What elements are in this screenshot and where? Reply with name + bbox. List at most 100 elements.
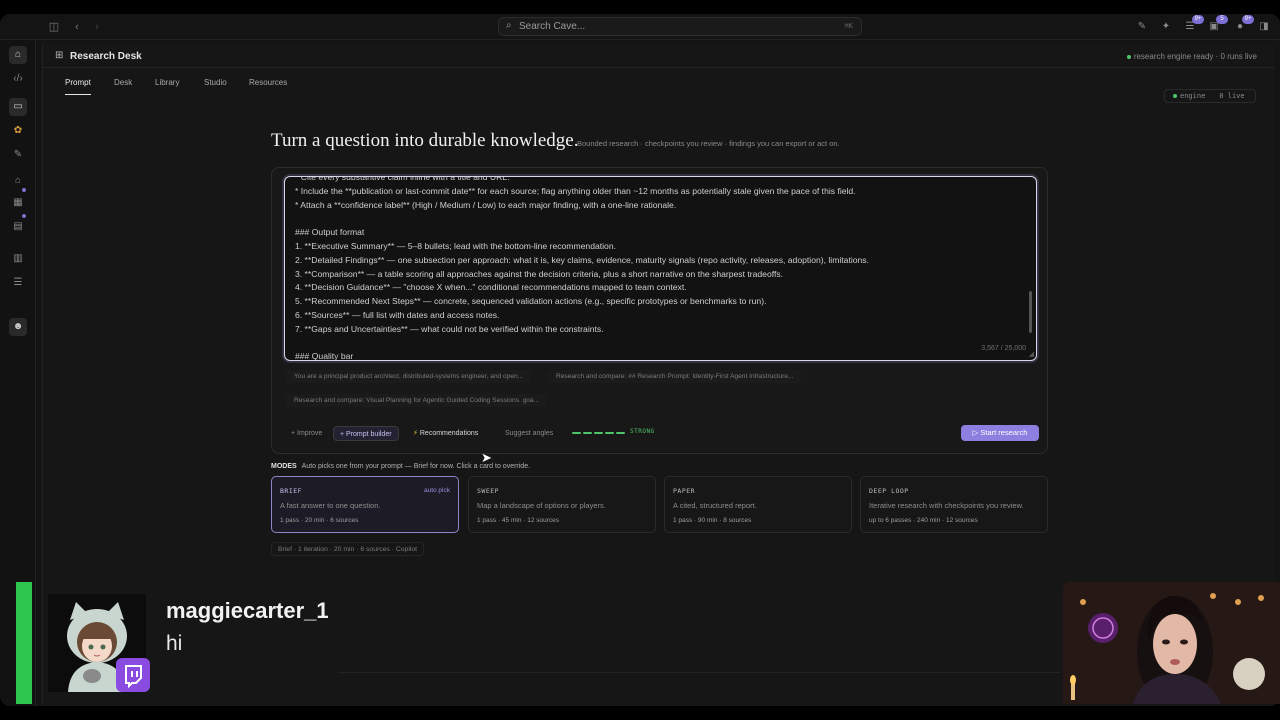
prompt-builder-button[interactable]: + Prompt builder [333,426,399,441]
mode-card-sweep[interactable]: SWEEP Map a landscape of options or play… [468,476,656,533]
tab-label: Prompt [65,78,91,87]
compose-icon[interactable]: ✎ [1133,18,1151,36]
mode-meta: 1 pass · 90 min · 8 sources [673,517,752,524]
prompt-line: * Attach a **confidence label** (High / … [295,199,677,210]
tab-label: Resources [249,78,288,87]
improve-button[interactable]: + Improve [291,426,322,441]
mode-meta: 1 pass · 20 min · 6 sources [280,517,359,524]
editor-scrollbar[interactable] [1029,291,1032,333]
list-icon[interactable]: ☰ [9,274,27,292]
strength-segment [594,432,603,434]
mode-title: DEEP LOOP [869,487,909,495]
active-tab-underline [65,94,91,95]
prompt-line [295,212,1015,226]
search-shortcut: ⌘K [844,22,853,30]
desk-icon: ⊞ [55,50,64,61]
prompt-line: * Include the **publication or last-comm… [295,185,856,196]
prompt-line: 4. **Decision Guidance** — "choose X whe… [295,282,687,293]
notification-dot [22,214,26,218]
auto-pick-badge: auto pick [423,487,450,494]
mode-card-deep-loop[interactable]: DEEP LOOP Iterative research with checkp… [860,476,1048,533]
edit-icon[interactable]: ✎ [9,146,27,164]
tab-prompt[interactable]: Prompt [65,78,91,95]
mode-meta: 1 pass · 45 min · 12 sources [477,517,560,524]
prompt-textarea[interactable]: * Cite every substantive claim inline wi… [284,176,1037,361]
home-icon[interactable]: ⌂ [9,46,27,64]
start-research-label: Start research [980,428,1028,437]
mode-description: A fast answer to one question. [280,501,381,510]
engine-dot [1173,94,1177,98]
sparkle-icon[interactable]: ✦ [1157,18,1175,36]
recommendations-button[interactable]: ⚡ Recommendations [413,426,478,441]
mode-description: Map a landscape of options or players. [477,501,606,510]
page-subtitle: Bounded research · checkpoints you revie… [577,139,840,148]
prompt-card: * Cite every substantive claim inline wi… [271,167,1048,454]
inbox-badge: 9+ [1192,15,1204,24]
workspace-title: Research Desk [70,51,142,62]
mouse-cursor-icon: ➤ [481,450,492,465]
search-placeholder: Search Cave... [519,21,586,32]
tab-label: Desk [114,78,133,87]
inbox-icon[interactable]: ☰ 9+ [1181,15,1204,36]
code-icon[interactable]: ‹/› [9,70,27,88]
suggest-angles-button[interactable]: Suggest angles [505,426,553,441]
char-count: 3,567 / 25,000 [981,345,1026,352]
sidebar-toggle-icon[interactable]: ◫ [46,19,62,35]
calendar-icon[interactable]: ✿ [9,122,27,140]
mode-description: Iterative research with checkpoints you … [869,501,1024,510]
folder-icon[interactable]: ▭ [9,98,27,116]
prompt-text: * Cite every substantive claim inline wi… [295,176,1015,361]
engine-label: engine [1180,92,1206,100]
engine-pill: engine 0 live [1164,89,1256,103]
page-title: Turn a question into durable knowledge. [271,130,579,151]
prompt-line: ### Quality bar [295,351,354,361]
mode-title: BRIEF [280,487,303,495]
recent-prompt-chip[interactable]: Research and compare: Visual Planning fo… [286,394,548,407]
search-input[interactable]: ⌕ Search Cave... ⌘K [498,17,862,36]
strength-segment [605,432,614,434]
recent-prompt-chip[interactable]: You are a principal product architect, d… [286,370,532,383]
mode-card-paper[interactable]: PAPER A cited, structured report. 1 pass… [664,476,852,533]
notification-dot [22,188,26,192]
tab-studio[interactable]: Studio [204,78,227,87]
start-research-button[interactable]: ▷ Start research [961,425,1039,441]
forward-icon[interactable]: › [89,19,105,35]
prompt-line: 5. **Recommended Next Steps** — concrete… [295,296,767,307]
resize-handle-icon[interactable]: ◢ [1029,350,1034,358]
chat-message: hi [166,632,183,655]
mode-description: A cited, structured report. [673,501,757,510]
grid-icon[interactable]: ▦ [9,194,27,212]
bell-badge: 5 [1216,15,1228,24]
recent-prompt-chip[interactable]: Research and compare: ## Research Prompt… [548,370,802,383]
mode-meta: up to 6 passes · 240 min · 12 sources [869,517,978,524]
chat-username: maggiecarter_1 [166,598,329,623]
recommendations-label: Recommendations [419,430,479,437]
prompt-line: 2. **Detailed Findings** — one subsectio… [295,254,869,265]
mode-title: PAPER [673,487,696,495]
workspace-header: ⊞ Research Desk research engine ready · … [43,44,1275,68]
strength-segment [616,432,625,434]
doc-icon[interactable]: ▤ [9,218,27,236]
tab-resources[interactable]: Resources [249,78,287,87]
modes-hint: Auto picks one from your prompt — Brief … [301,463,531,470]
mode-card-brief[interactable]: BRIEF auto pick A fast answer to one que… [271,476,459,533]
twitch-glyph [125,665,142,689]
robot-icon[interactable]: ☻ [9,318,27,336]
tab-desk[interactable]: Desk [114,78,132,87]
trash-icon[interactable]: ▥ [9,250,27,268]
alert-badge: 9+ [1242,15,1254,24]
bell-icon[interactable]: ▣ 5 [1205,15,1228,36]
prompt-line: * Cite every substantive claim inline wi… [295,176,510,182]
strength-label: STRONG [630,428,655,435]
alert-icon[interactable]: ● 9+ [1231,15,1254,36]
prompt-line [295,337,1015,351]
panel-icon[interactable]: ◨ [1255,18,1273,36]
webcam-feed [1063,582,1280,704]
status-dot [1126,54,1131,59]
back-icon[interactable]: ‹ [69,19,85,35]
play-icon: ▷ [972,428,979,437]
tab-library[interactable]: Library [155,78,179,87]
prompt-toolbar: + Improve + Prompt builder ⚡ Recommendat… [282,425,1039,443]
search-icon: ⌕ [506,20,512,31]
bolt-icon: ⚡ [413,430,418,437]
